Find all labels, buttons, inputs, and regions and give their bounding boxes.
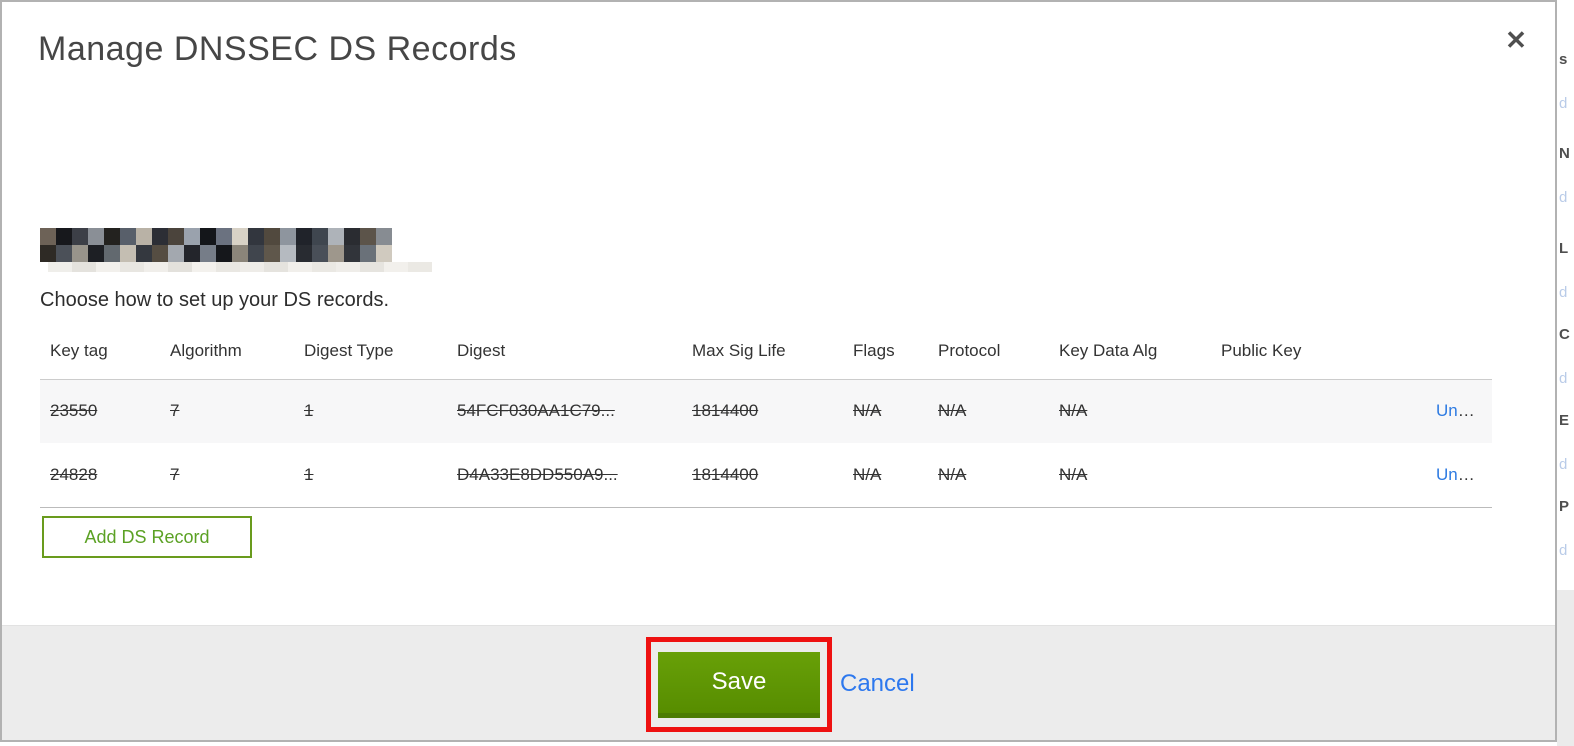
cell-algorithm: 7 [170,464,180,484]
close-icon[interactable]: ✕ [1498,22,1534,58]
redaction-pixels [40,245,392,262]
background-page-strip: s d N d L d C d E d P d [1557,0,1574,746]
col-header-public-key: Public Key [1211,331,1426,380]
edge-text-fragment: L [1559,240,1569,257]
save-button[interactable]: Save [658,651,820,718]
cancel-link[interactable]: Cancel [840,670,915,698]
screen: s d N d L d C d E d P d Manage DNSSEC DS… [0,0,1574,746]
edge-text-fragment: d [1559,370,1568,387]
col-header-actions [1426,331,1492,380]
modal-title: Manage DNSSEC DS Records [38,30,517,68]
edge-text-fragment: C [1559,326,1570,343]
col-header-max-sig-life: Max Sig Life [682,331,843,380]
cell-public-key [1211,379,1426,443]
cell-protocol: N/A [938,464,967,484]
redaction-pixels [40,228,392,245]
col-header-protocol: Protocol [928,331,1049,380]
edge-text-fragment: d [1559,95,1568,112]
col-header-flags: Flags [843,331,928,380]
cell-max-sig-life: 1814400 [692,464,759,484]
col-header-digest-type: Digest Type [294,331,447,380]
cell-key-tag: 23550 [50,401,98,421]
edge-text-fragment: N [1559,145,1570,162]
edge-text-fragment: P [1559,498,1570,515]
cell-algorithm: 7 [170,401,180,421]
table-row: 24828 7 1 D4A33E8DD550A9... 1814400 N/A … [40,443,1492,507]
col-header-algorithm: Algorithm [160,331,294,380]
cell-public-key [1211,443,1426,507]
edge-text-fragment: d [1559,189,1568,206]
col-header-key-data-alg: Key Data Alg [1049,331,1211,380]
undo-link[interactable]: Undo [1436,401,1477,420]
save-button-annotation-box: Save [646,637,832,732]
cell-flags: N/A [853,464,882,484]
col-header-key-tag: Key tag [40,331,160,380]
modal-footer: Save Cancel [2,625,1555,740]
cell-key-data-alg: N/A [1059,401,1088,421]
cell-digest: 54FCF030AA1C79... [457,401,615,421]
undo-link[interactable]: Undo [1436,465,1477,484]
cell-protocol: N/A [938,401,967,421]
ds-records-table: Key tag Algorithm Digest Type Digest Max… [40,331,1492,508]
cell-digest-type: 1 [304,401,314,421]
instruction-text: Choose how to set up your DS records. [40,289,390,311]
cell-flags: N/A [853,401,882,421]
col-header-digest: Digest [447,331,682,380]
edge-text-fragment: d [1559,284,1568,301]
edge-text-fragment: d [1559,542,1568,559]
cell-max-sig-life: 1814400 [692,401,759,421]
table-row: 23550 7 1 54FCF030AA1C79... 1814400 N/A … [40,379,1492,443]
cell-key-tag: 24828 [50,464,98,484]
redaction-pixels-faint [48,262,432,272]
table-header-row: Key tag Algorithm Digest Type Digest Max… [40,331,1492,380]
cell-digest-type: 1 [304,464,314,484]
edge-text-fragment: s [1559,51,1568,68]
background-page-gray-section [1557,590,1574,746]
manage-dnssec-modal: Manage DNSSEC DS Records ✕ Choose how to… [0,0,1557,742]
add-ds-record-button[interactable]: Add DS Record [42,516,252,558]
edge-text-fragment: E [1559,412,1570,429]
redacted-domain-name [40,228,432,272]
cell-digest: D4A33E8DD550A9... [457,464,618,484]
edge-text-fragment: d [1559,456,1568,473]
cell-key-data-alg: N/A [1059,464,1088,484]
